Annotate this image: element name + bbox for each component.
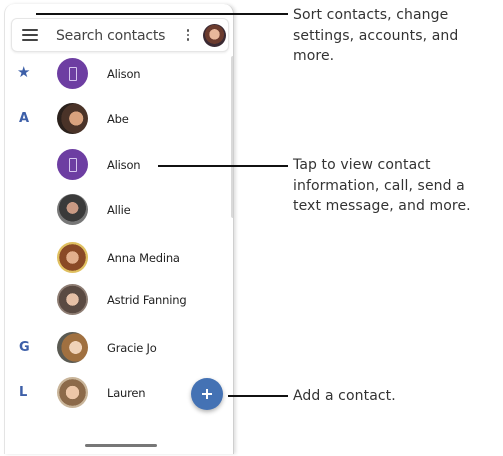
contact-name: Lauren [107,386,146,400]
contact-name: Gracie Jo [107,341,157,355]
section-letter: A [19,111,30,126]
contacts-screen: Search contacts ★ Alison A Abe Alison Al… [4,4,234,454]
callout-line-add [228,395,288,397]
contact-name: Anna Medina [107,251,180,265]
callout-menu-line: Sort contacts, change [293,7,449,23]
callout-line-menu [36,13,288,15]
callout-contact-line: information, call, send a [293,177,465,194]
contact-row-allie[interactable]: Allie [5,190,229,230]
contact-row-gracie-jo[interactable]: G Gracie Jo [5,328,229,368]
contact-avatar [57,149,88,180]
add-contact-button[interactable] [191,378,223,410]
contact-avatar [57,377,88,408]
section-letter: G [19,340,30,355]
callout-add-line: Add a contact. [293,388,396,404]
contact-row-astrid-fanning[interactable]: Astrid Fanning [5,280,229,320]
home-indicator[interactable] [85,444,157,447]
search-input[interactable]: Search contacts [56,28,165,44]
contact-avatar [57,284,88,315]
contact-row-abe[interactable]: A Abe [5,99,229,139]
star-icon: ★ [17,63,31,81]
callout-menu-line: settings, accounts, and more. [293,27,459,65]
contact-avatar [57,242,88,273]
contact-row-alison-favorite[interactable]: ★ Alison [5,54,229,94]
callout-menu: Sort contacts, change settings, accounts… [293,5,503,67]
callout-add: Add a contact. [293,386,396,407]
contact-name: Alison [107,67,141,81]
account-avatar[interactable] [203,24,226,47]
contact-name: Alison [107,158,141,172]
contact-row-anna-medina[interactable]: Anna Medina [5,238,229,278]
callout-contact: Tap to view contact information, call, s… [293,155,471,217]
callout-contact-line: Tap to view contact [293,157,431,173]
contact-name: Allie [107,203,131,217]
contact-avatar [57,58,88,89]
callout-line-contact [158,165,288,167]
hamburger-menu-icon[interactable] [22,29,38,42]
contact-avatar [57,332,88,363]
contact-avatar [57,103,88,134]
contact-name: Astrid Fanning [107,293,187,307]
search-bar[interactable]: Search contacts [11,18,229,52]
more-vert-icon[interactable] [184,29,192,43]
contact-avatar [57,194,88,225]
section-letter: L [19,385,28,400]
scrollbar[interactable] [231,56,233,218]
contact-name: Abe [107,112,129,126]
callout-contact-line: text message, and more. [293,198,471,214]
